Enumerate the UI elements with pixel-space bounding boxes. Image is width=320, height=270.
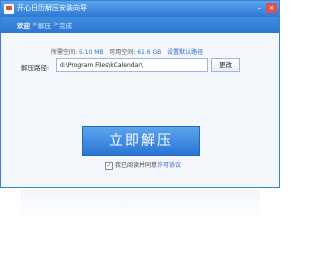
available-space-value: 61.6 GB <box>137 49 162 56</box>
change-path-button[interactable]: 更改 <box>211 58 240 72</box>
breadcrumb-separator: > <box>32 20 38 28</box>
window-reflection <box>20 190 260 220</box>
path-label: 解压路径: <box>21 64 50 72</box>
agreement-text: 我已阅读并同意 <box>115 162 158 169</box>
app-icon <box>4 4 14 14</box>
agree-checkbox[interactable]: ✓ <box>105 161 113 170</box>
close-icon[interactable]: × <box>266 3 277 13</box>
breadcrumb-step-finish: 完成 <box>59 22 72 30</box>
required-space-label: 所需空间: <box>51 49 78 56</box>
space-info: 所需空间: 5.10 MB 可用空间: 61.6 GB 设置默认路径 <box>51 47 203 56</box>
breadcrumb-separator: > <box>53 20 59 28</box>
installer-window: 开心日历解压安装向导 – × 欢迎 > 解压 > 完成 所需空间: 5.10 M… <box>0 0 280 188</box>
window-controls: – × <box>253 3 277 13</box>
breadcrumb: 欢迎 > 解压 > 完成 <box>1 17 279 33</box>
minimize-icon[interactable]: – <box>254 3 265 13</box>
license-link[interactable]: 许可协议 <box>157 162 181 169</box>
required-space-value: 5.10 MB <box>78 49 104 56</box>
extract-path-input[interactable] <box>56 58 208 72</box>
breadcrumb-step-extract: 解压 <box>38 22 51 30</box>
set-default-path-link[interactable]: 设置默认路径 <box>167 49 203 56</box>
window-title: 开心日历解压安装向导 <box>17 4 87 12</box>
title-bar[interactable]: 开心日历解压安装向导 – × <box>1 1 279 17</box>
available-space-label: 可用空间: <box>109 49 136 56</box>
extract-now-button[interactable]: 立即解压 <box>82 126 200 156</box>
breadcrumb-step-welcome: 欢迎 <box>17 22 30 30</box>
agreement-row: ✓ 我已阅读并同意许可协议 <box>105 160 181 170</box>
